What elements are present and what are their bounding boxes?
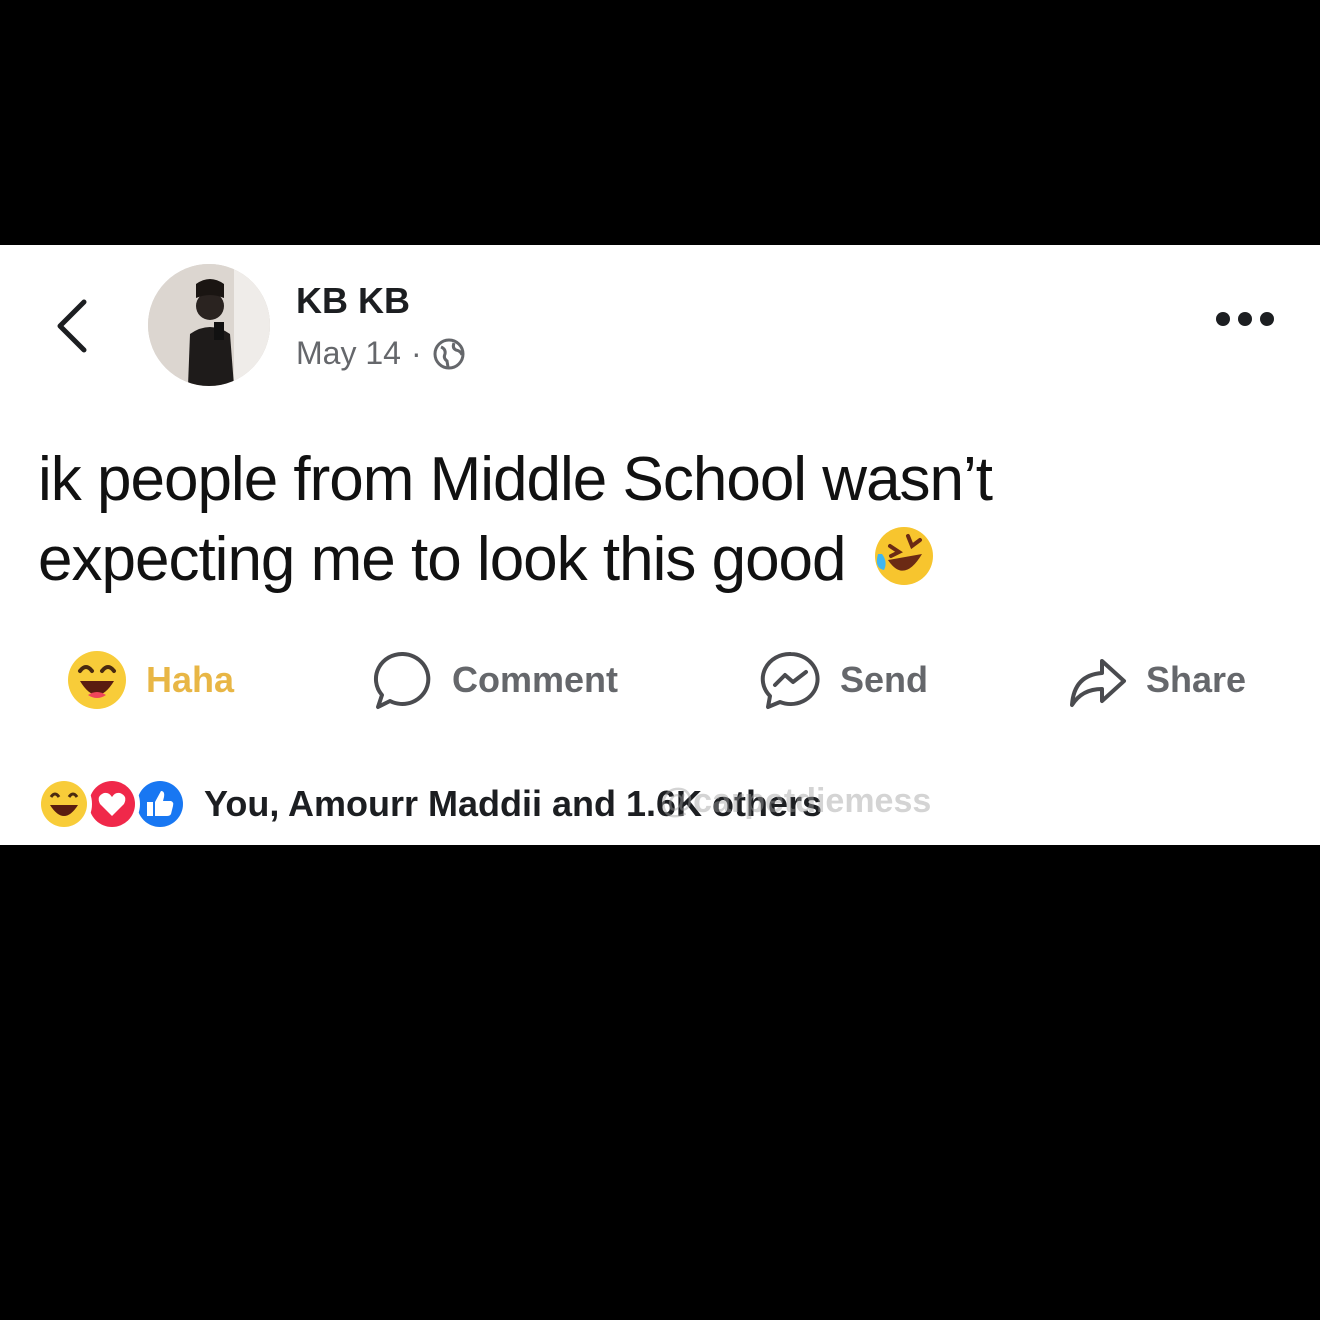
comment-label: Comment xyxy=(452,659,619,700)
more-options-icon[interactable] xyxy=(1216,312,1274,326)
haha-icon xyxy=(36,776,92,832)
love-icon xyxy=(84,776,140,832)
post-text-container: ik people from Middle School wasn’t expe… xyxy=(38,440,1258,600)
comment-button[interactable]: Comment xyxy=(372,640,618,720)
send-button[interactable]: Send xyxy=(760,640,928,720)
haha-icon xyxy=(68,651,126,709)
back-arrow-icon[interactable] xyxy=(52,296,92,356)
watermark: @carpetdiemess xyxy=(660,782,932,820)
haha-label: Haha xyxy=(146,659,235,700)
globe-icon xyxy=(433,338,465,369)
haha-button[interactable]: Haha xyxy=(66,640,234,720)
share-arrow-icon xyxy=(1070,659,1126,707)
post-text: ik people from Middle School wasn’t expe… xyxy=(38,445,993,594)
post-date[interactable]: May 14 xyxy=(296,335,401,372)
rolling-on-floor-laughing-icon xyxy=(874,527,933,585)
comment-icon xyxy=(374,651,431,709)
avatar[interactable] xyxy=(148,264,270,386)
messenger-icon xyxy=(760,651,820,709)
meta-separator: · xyxy=(410,335,422,371)
share-button[interactable]: Share xyxy=(1066,640,1246,720)
send-label: Send xyxy=(840,659,929,700)
action-bar: Haha Comment Send Share xyxy=(0,640,1320,720)
post-meta: May 14 · xyxy=(296,335,466,372)
share-label: Share xyxy=(1146,659,1247,700)
author-name[interactable]: KB KB xyxy=(296,280,410,322)
like-icon xyxy=(132,776,188,832)
